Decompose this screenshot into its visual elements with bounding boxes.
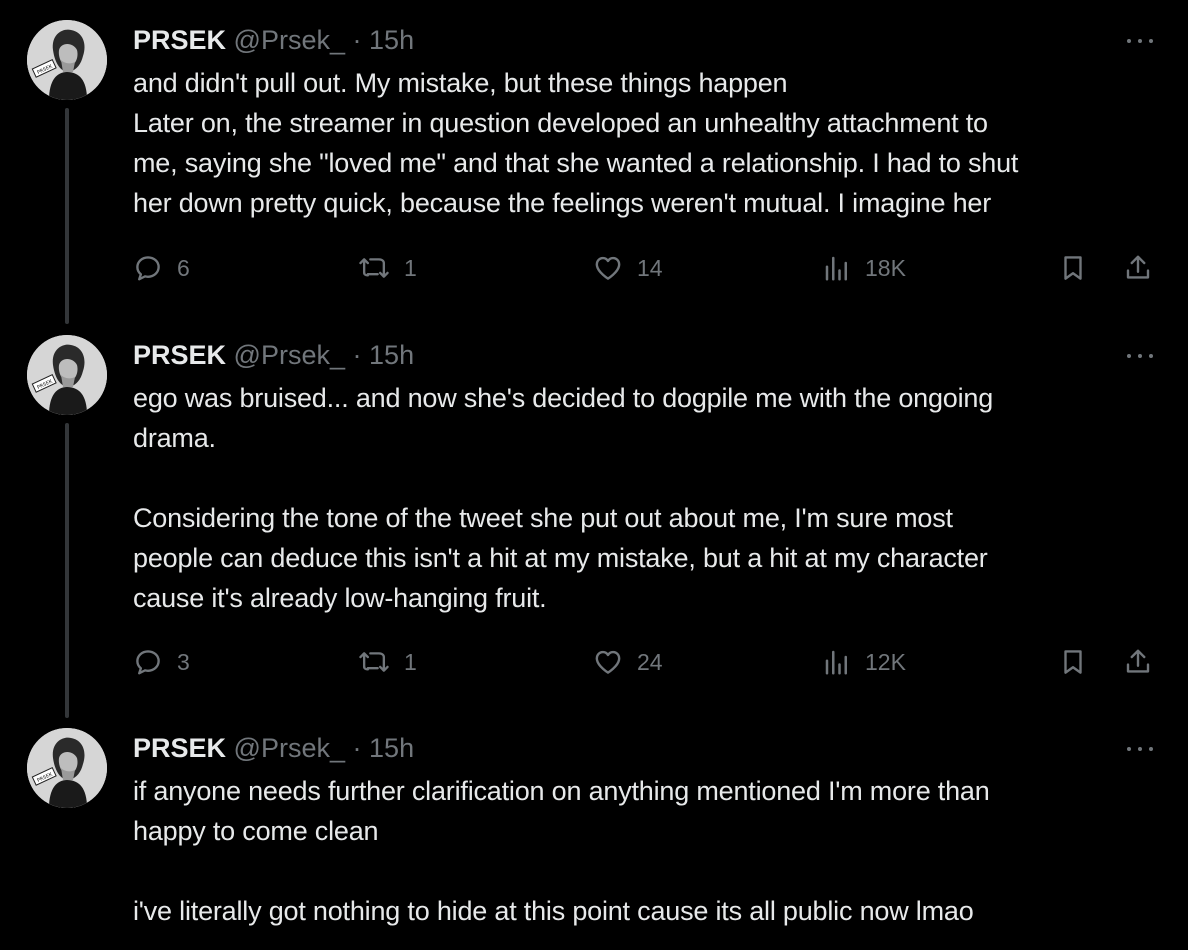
like-count: 24	[637, 648, 663, 675]
tweet-text-line: me, saying she "loved me" and that she w…	[133, 148, 1019, 178]
more-icon[interactable]	[1126, 744, 1156, 754]
tweet-text: and didn't pull out. My mistake, but the…	[133, 63, 1173, 223]
share-button[interactable]	[1123, 248, 1153, 288]
tweet-header: PRSEK @Prsek_ · 15h	[133, 337, 414, 373]
thread-connector-line	[65, 423, 69, 718]
bookmark-button[interactable]	[1058, 642, 1088, 682]
timestamp[interactable]: 15h	[369, 733, 414, 763]
retweet-button[interactable]: 1	[358, 248, 417, 288]
avatar[interactable]: PRSEK	[27, 728, 107, 808]
tweet-text-line: Later on, the streamer in question devel…	[133, 108, 988, 138]
separator-dot: ·	[352, 340, 362, 370]
bookmark-button[interactable]	[1058, 248, 1088, 288]
author-name[interactable]: PRSEK	[133, 25, 226, 55]
share-button[interactable]	[1123, 642, 1153, 682]
tweet-header: PRSEK @Prsek_ · 15h	[133, 22, 414, 58]
like-count: 14	[637, 254, 663, 281]
share-icon	[1126, 649, 1150, 673]
retweet-icon	[359, 652, 389, 672]
tweet-text-line: if anyone needs further clarification on…	[133, 776, 990, 806]
reply-icon	[136, 650, 160, 675]
retweet-count: 1	[404, 254, 417, 281]
retweet-icon	[359, 258, 389, 278]
timestamp[interactable]: 15h	[369, 25, 414, 55]
tweet-text-line: Considering the tone of the tweet she pu…	[133, 503, 953, 533]
separator-dot: ·	[352, 733, 362, 763]
avatar-image: PRSEK	[27, 335, 107, 415]
tweet-text-blank-line	[133, 851, 1173, 891]
share-icon	[1126, 255, 1150, 279]
reply-icon	[136, 256, 160, 281]
more-icon[interactable]	[1126, 36, 1156, 46]
tweet-text-blank-line	[133, 458, 1173, 498]
tweet-text-line: happy to come clean	[133, 816, 379, 846]
author-handle[interactable]: @Prsek_	[234, 733, 345, 763]
tweet-thread: PRSEK PRSEK @Prsek_ · 15h and didn't pul…	[0, 0, 1188, 950]
retweet-button[interactable]: 1	[358, 642, 417, 682]
tweet-text: if anyone needs further clarification on…	[133, 771, 1173, 931]
separator-dot: ·	[352, 25, 362, 55]
author-name[interactable]: PRSEK	[133, 733, 226, 763]
views-icon	[825, 256, 847, 281]
tweet-text-line: drama.	[133, 423, 216, 453]
tweet-text-line: her down pretty quick, because the feeli…	[133, 188, 992, 218]
avatar-image: PRSEK	[27, 728, 107, 808]
tweet-text-line: ego was bruised... and now she's decided…	[133, 383, 994, 413]
author-name[interactable]: PRSEK	[133, 340, 226, 370]
tweet-text: ego was bruised... and now she's decided…	[133, 378, 1173, 618]
view-count: 12K	[865, 648, 906, 675]
tweet-text-line: people can deduce this isn't a hit at my…	[133, 543, 988, 573]
tweet-text-line: cause it's already low-hanging fruit.	[133, 583, 547, 613]
thread-connector-line	[65, 108, 69, 324]
tweet-actions: 6 1 14 18K	[133, 248, 1163, 288]
reply-button[interactable]: 3	[133, 642, 190, 682]
tweet[interactable]: PRSEK PRSEK @Prsek_ · 15h and didn't pul…	[0, 0, 1188, 324]
tweet-header: PRSEK @Prsek_ · 15h	[133, 730, 414, 766]
like-button[interactable]: 14	[593, 248, 663, 288]
tweet[interactable]: PRSEK PRSEK @Prsek_ · 15h ego was bruise…	[0, 315, 1188, 718]
author-handle[interactable]: @Prsek_	[234, 25, 345, 55]
reply-count: 3	[177, 648, 190, 675]
like-button[interactable]: 24	[593, 642, 663, 682]
avatar[interactable]: PRSEK	[27, 335, 107, 415]
avatar-image: PRSEK	[27, 20, 107, 100]
tweet[interactable]: PRSEK PRSEK @Prsek_ · 15h if anyone need…	[0, 708, 1188, 950]
reply-button[interactable]: 6	[133, 248, 190, 288]
timestamp[interactable]: 15h	[369, 340, 414, 370]
views-button[interactable]: 18K	[823, 248, 906, 288]
bookmark-icon	[1064, 256, 1082, 280]
reply-count: 6	[177, 254, 190, 281]
heart-icon	[595, 256, 621, 280]
view-count: 18K	[865, 254, 906, 281]
heart-icon	[595, 650, 621, 674]
avatar[interactable]: PRSEK	[27, 20, 107, 100]
tweet-text-line: i've literally got nothing to hide at th…	[133, 896, 974, 926]
views-button[interactable]: 12K	[823, 642, 906, 682]
more-icon[interactable]	[1126, 351, 1156, 361]
tweet-text-line: and didn't pull out. My mistake, but the…	[133, 68, 788, 98]
retweet-count: 1	[404, 648, 417, 675]
author-handle[interactable]: @Prsek_	[234, 340, 345, 370]
bookmark-icon	[1064, 650, 1082, 674]
tweet-actions: 3 1 24 12K	[133, 642, 1163, 682]
views-icon	[825, 650, 847, 675]
